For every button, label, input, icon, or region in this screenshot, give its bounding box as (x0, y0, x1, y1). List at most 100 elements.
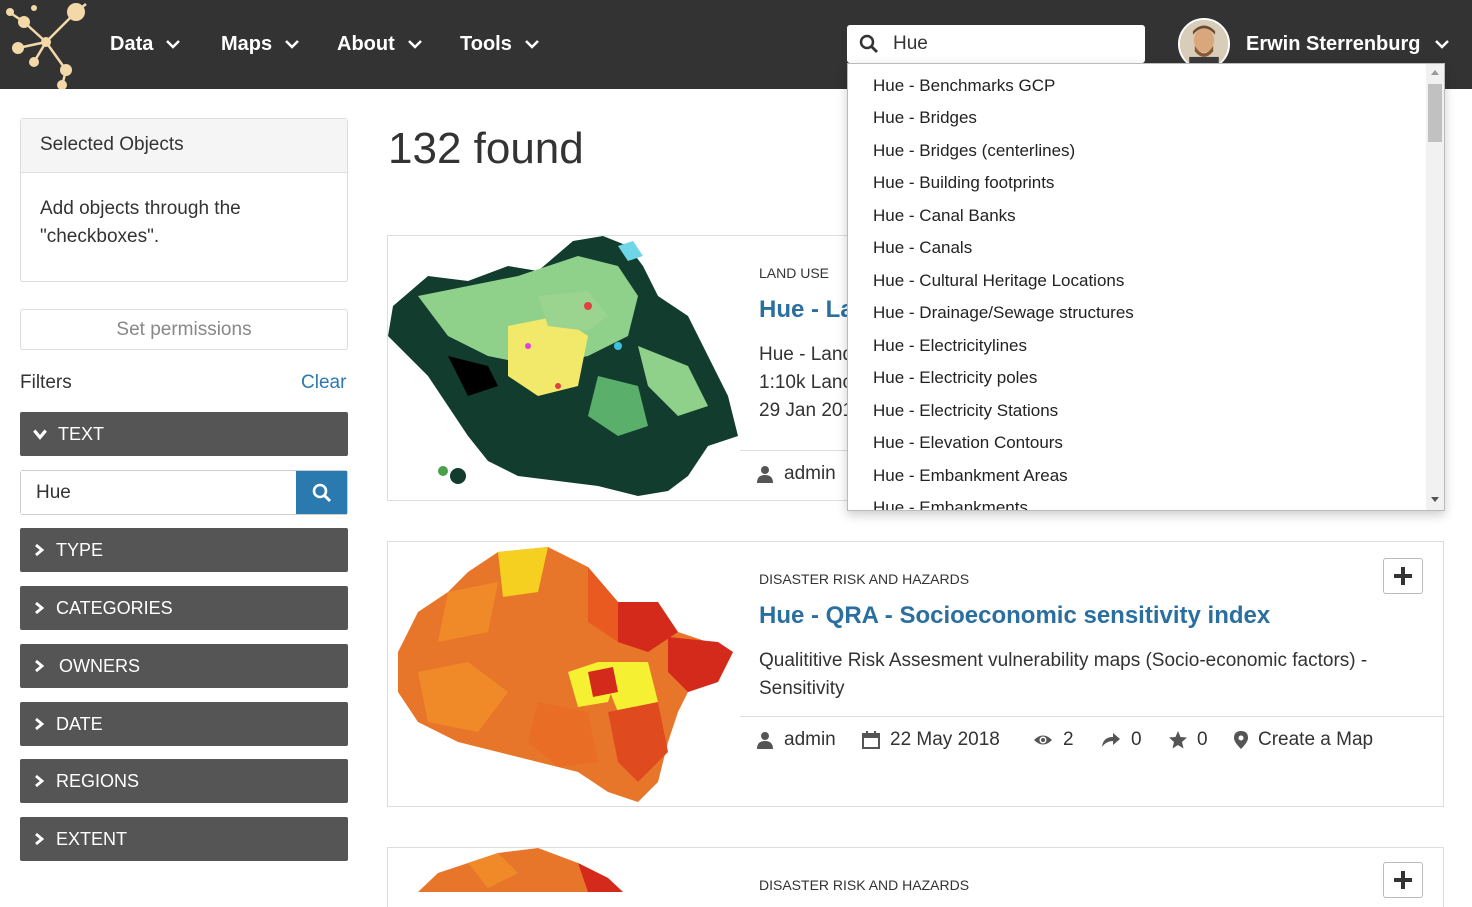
clear-filters-link[interactable]: Clear (301, 372, 346, 394)
suggestion-item[interactable]: Hue - Electricity Stations (873, 399, 1058, 423)
card-views-count: 2 (1063, 729, 1074, 750)
chevron-right-icon (35, 659, 45, 673)
nav-maps[interactable]: Maps (221, 30, 300, 58)
search-icon (859, 34, 878, 53)
hazard-map-thumbnail[interactable] (388, 848, 740, 892)
suggestion-item[interactable]: Hue - Building footprints (873, 171, 1054, 195)
chevron-right-icon (35, 601, 45, 615)
filter-type-label: TYPE (56, 539, 104, 560)
text-filter-group (20, 470, 348, 515)
card-title-link[interactable]: Hue - La (759, 296, 854, 324)
card-owner[interactable]: admin (756, 729, 836, 751)
chevron-right-icon (35, 717, 45, 731)
share-icon (1102, 733, 1120, 747)
card-owner-name: admin (784, 729, 836, 750)
dropdown-scrollbar[interactable] (1426, 64, 1444, 510)
card-shares-count: 0 (1131, 729, 1142, 750)
card-owner-name: admin (784, 463, 836, 484)
chevron-down-icon (285, 40, 300, 49)
suggestion-item[interactable]: Hue - Embankment Areas (873, 464, 1068, 488)
suggestion-item[interactable]: Hue - Drainage/Sewage structures (873, 301, 1134, 325)
filter-regions-label: REGIONS (56, 770, 140, 791)
suggestion-item[interactable]: Hue - Canal Banks (873, 204, 1016, 228)
selected-objects-panel: Selected Objects Add objects through the… (20, 118, 348, 282)
suggestion-item[interactable]: Hue - Electricitylines (873, 334, 1027, 358)
result-card: DISASTER RISK AND HAZARDS Hue - QRA - So… (387, 541, 1444, 807)
card-owner[interactable]: admin (756, 463, 836, 485)
results-count: 132 found (388, 124, 584, 173)
site-logo[interactable] (4, 0, 88, 89)
card-date: 22 May 2018 (862, 729, 1000, 751)
global-search (847, 25, 1145, 63)
chevron-right-icon (35, 543, 45, 557)
card-rating: 0 (1169, 729, 1208, 751)
star-icon (1169, 731, 1187, 749)
filter-categories-label: CATEGORIES (56, 597, 173, 618)
filter-extent-toggle[interactable]: EXTENT (20, 817, 348, 861)
suggestion-item[interactable]: Hue - Canals (873, 236, 972, 260)
suggestion-item[interactable]: Hue - Cultural Heritage Locations (873, 269, 1124, 293)
nav-about[interactable]: About (337, 30, 423, 58)
filter-categories-toggle[interactable]: CATEGORIES (20, 586, 348, 630)
chevron-down-icon (524, 40, 539, 49)
chevron-down-icon (407, 40, 422, 49)
eye-icon (1034, 735, 1052, 745)
filter-owners-toggle[interactable]: OWNERS (20, 644, 348, 688)
filter-date-toggle[interactable]: DATE (20, 702, 348, 746)
plus-icon (1394, 567, 1412, 585)
scrollbar-thumb[interactable] (1428, 84, 1442, 142)
card-title-link[interactable]: Hue - QRA - Socioeconomic sensitivity in… (759, 602, 1270, 630)
add-to-selection-button[interactable] (1383, 558, 1423, 594)
nav-tools-label: Tools (460, 32, 512, 55)
card-description: Qualititive Risk Assesment vulnerability… (759, 650, 1368, 699)
nav-tools[interactable]: Tools (460, 30, 540, 58)
chevron-down-icon (33, 429, 47, 440)
card-category: LAND USE (759, 265, 830, 281)
create-map-label: Create a Map (1258, 729, 1374, 750)
set-permissions-button[interactable]: Set permissions (20, 309, 348, 350)
filter-extent-label: EXTENT (56, 828, 128, 849)
nav-about-label: About (337, 32, 395, 55)
suggestion-item[interactable]: Hue - Bridges (873, 106, 977, 130)
card-meta-bar: admin 22 May 2018 2 0 0 Create a Map (740, 716, 1443, 766)
search-input[interactable] (893, 33, 1133, 55)
card-date-value: 22 May 2018 (890, 729, 1000, 750)
search-suggestions-dropdown: Hue - Benchmarks GCP Hue - Bridges Hue -… (847, 63, 1445, 511)
user-icon (757, 732, 773, 749)
plus-icon (1394, 871, 1412, 889)
suggestion-item[interactable]: Hue - Elevation Contours (873, 431, 1063, 455)
filters-label: Filters (20, 372, 72, 393)
nav-maps-label: Maps (221, 32, 273, 55)
filter-text-toggle[interactable]: TEXT (20, 412, 348, 456)
suggestion-item[interactable]: Hue - Electricity poles (873, 366, 1037, 390)
add-to-selection-button[interactable] (1383, 862, 1423, 898)
map-marker-icon (1234, 731, 1248, 749)
user-icon (757, 466, 773, 483)
selected-objects-hint: Add objects through the "checkboxes". (40, 198, 241, 247)
filter-type-toggle[interactable]: TYPE (20, 528, 348, 572)
search-icon (312, 483, 331, 502)
land-use-map-thumbnail[interactable] (388, 236, 740, 500)
scroll-down-arrow-icon[interactable] (1431, 497, 1439, 502)
card-rating-count: 0 (1197, 729, 1208, 750)
text-filter-search-button[interactable] (296, 471, 347, 514)
nav-data[interactable]: Data (110, 30, 181, 58)
filter-regions-toggle[interactable]: REGIONS (20, 759, 348, 803)
scroll-up-arrow-icon[interactable] (1431, 70, 1439, 75)
text-filter-input[interactable] (21, 471, 296, 514)
chevron-down-icon (166, 40, 181, 49)
selected-objects-title: Selected Objects (21, 119, 347, 173)
chevron-right-icon (35, 774, 45, 788)
suggestion-item[interactable]: Hue - Embankments (873, 496, 1028, 510)
result-card: DISASTER RISK AND HAZARDS (387, 847, 1444, 907)
chevron-down-icon (1435, 40, 1450, 49)
nav-data-label: Data (110, 32, 154, 55)
card-category: DISASTER RISK AND HAZARDS (759, 571, 970, 587)
create-map-link[interactable]: Create a Map (1234, 729, 1373, 751)
suggestion-item[interactable]: Hue - Benchmarks GCP (873, 74, 1055, 98)
suggestion-item[interactable]: Hue - Bridges (centerlines) (873, 139, 1075, 163)
filter-owners-label: OWNERS (59, 655, 140, 676)
sensitivity-map-thumbnail[interactable] (388, 542, 740, 806)
card-views: 2 (1033, 729, 1074, 751)
chevron-right-icon (35, 832, 45, 846)
